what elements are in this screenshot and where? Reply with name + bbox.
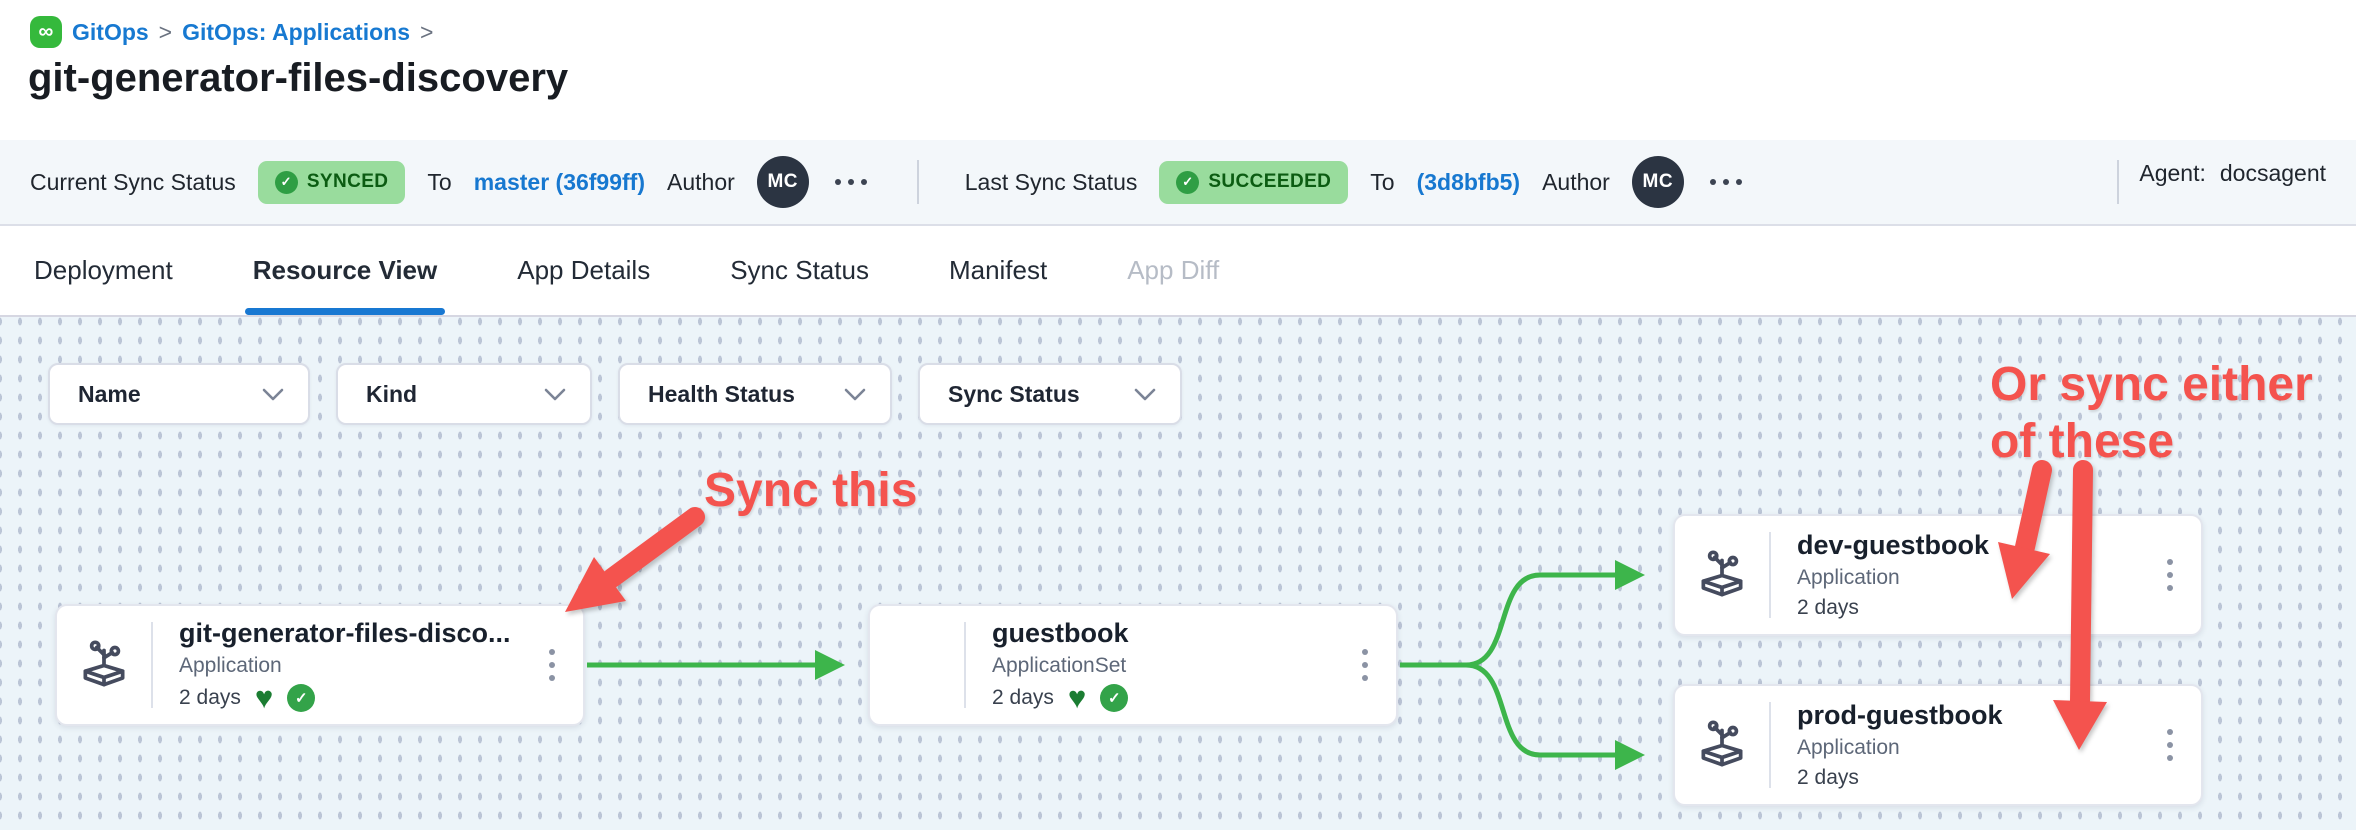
synced-check-icon: ✓ (1100, 684, 1128, 712)
last-to-label: To (1370, 169, 1394, 196)
health-heart-icon: ♥ (1068, 687, 1086, 709)
chevron-down-icon (544, 388, 566, 401)
current-sync-status-label: Current Sync Status (30, 169, 236, 196)
node-kebab-menu-icon[interactable] (543, 643, 561, 687)
last-sync-status-badge: ✓ SUCCEEDED (1159, 161, 1348, 204)
tab-sync-status[interactable]: Sync Status (730, 226, 869, 315)
breadcrumb: ∞ GitOps > GitOps: Applications > (30, 16, 433, 48)
breadcrumb-separator: > (159, 19, 172, 46)
gitops-logo-icon: ∞ (30, 16, 62, 48)
filter-name-label: Name (78, 381, 141, 408)
node-kebab-menu-icon[interactable] (2161, 723, 2179, 767)
agent-label: Agent: (2139, 160, 2206, 204)
node-title: dev-guestbook (1797, 530, 2201, 561)
current-to-label: To (427, 169, 451, 196)
current-revision-link[interactable]: master (36f99ff) (474, 169, 645, 196)
current-sync-status-badge-label: SYNCED (307, 171, 389, 193)
last-sync-status-badge-label: SUCCEEDED (1208, 171, 1331, 193)
filter-health-status-dropdown[interactable]: Health Status (618, 363, 892, 425)
filter-name-dropdown[interactable]: Name (48, 363, 310, 425)
chevron-down-icon (844, 388, 866, 401)
chevron-down-icon (1134, 388, 1156, 401)
current-author-label: Author (667, 169, 735, 196)
health-heart-icon: ♥ (255, 687, 273, 709)
node-kind: Application (1797, 736, 2201, 760)
breadcrumb-separator: > (420, 19, 433, 46)
current-sync-status-badge: ✓ SYNCED (258, 161, 406, 204)
node-title: prod-guestbook (1797, 700, 2201, 731)
tab-deployment[interactable]: Deployment (34, 226, 173, 315)
tab-app-diff[interactable]: App Diff (1127, 226, 1219, 315)
node-git-generator-files-discovery[interactable]: git-generator-files-disco... Application… (55, 604, 585, 726)
node-kind: ApplicationSet (992, 654, 1396, 678)
tab-app-details[interactable]: App Details (517, 226, 650, 315)
edge-guestbook-to-dev (1400, 575, 1638, 665)
filter-kind-label: Kind (366, 381, 417, 408)
check-circle-icon: ✓ (1176, 171, 1199, 194)
application-resource-icon (57, 606, 151, 724)
node-kind: Application (179, 654, 583, 678)
agent-group: Agent: docsagent (2117, 160, 2326, 204)
last-author-avatar: MC (1632, 156, 1684, 208)
last-sync-status-label: Last Sync Status (965, 169, 1138, 196)
annotation-or-sync-line1: Or sync either (1990, 356, 2350, 413)
edge-guestbook-to-prod (1400, 665, 1638, 755)
breadcrumb-link-gitops[interactable]: GitOps (72, 19, 149, 46)
filter-sync-status-dropdown[interactable]: Sync Status (918, 363, 1182, 425)
app-tabs: Deployment Resource View App Details Syn… (0, 226, 2356, 315)
filter-health-status-label: Health Status (648, 381, 795, 408)
last-revision-link[interactable]: (3d8bfb5) (1417, 169, 1521, 196)
node-age: 2 days (1797, 766, 1859, 790)
filter-kind-dropdown[interactable]: Kind (336, 363, 592, 425)
page-header: ∞ GitOps > GitOps: Applications > git-ge… (0, 0, 2356, 140)
annotation-or-sync: Or sync either of these (1990, 356, 2350, 470)
last-author-label: Author (1542, 169, 1610, 196)
application-resource-icon (1675, 516, 1769, 634)
tab-resource-view[interactable]: Resource View (253, 226, 438, 315)
page-title: git-generator-files-discovery (28, 56, 568, 101)
divider (2117, 160, 2119, 204)
node-prod-guestbook[interactable]: prod-guestbook Application 2 days (1673, 684, 2203, 806)
node-age: 2 days (179, 686, 241, 710)
application-resource-icon (1675, 686, 1769, 804)
tab-manifest[interactable]: Manifest (949, 226, 1047, 315)
current-more-actions-icon[interactable] (831, 175, 871, 189)
node-title: guestbook (992, 618, 1396, 649)
current-author-avatar: MC (757, 156, 809, 208)
node-title: git-generator-files-disco... (179, 618, 583, 649)
node-dev-guestbook[interactable]: dev-guestbook Application 2 days (1673, 514, 2203, 636)
synced-check-icon: ✓ (287, 684, 315, 712)
node-kebab-menu-icon[interactable] (1356, 643, 1374, 687)
node-guestbook[interactable]: guestbook ApplicationSet 2 days ♥ ✓ (868, 604, 1398, 726)
node-kebab-menu-icon[interactable] (2161, 553, 2179, 597)
annotation-arrow-sync-this (612, 517, 695, 578)
annotation-or-sync-line2: of these (1990, 413, 2350, 470)
agent-value: docsagent (2220, 160, 2326, 204)
last-more-actions-icon[interactable] (1706, 175, 1746, 189)
node-kind: Application (1797, 566, 2201, 590)
applicationset-icon-placeholder (870, 606, 964, 724)
sync-status-bar: Current Sync Status ✓ SYNCED To master (… (0, 140, 2356, 226)
filter-sync-status-label: Sync Status (948, 381, 1080, 408)
divider (917, 160, 919, 204)
chevron-down-icon (262, 388, 284, 401)
node-age: 2 days (992, 686, 1054, 710)
annotation-sync-this: Sync this (704, 462, 917, 519)
breadcrumb-link-applications[interactable]: GitOps: Applications (182, 19, 410, 46)
node-age: 2 days (1797, 596, 1859, 620)
check-circle-icon: ✓ (275, 171, 298, 194)
